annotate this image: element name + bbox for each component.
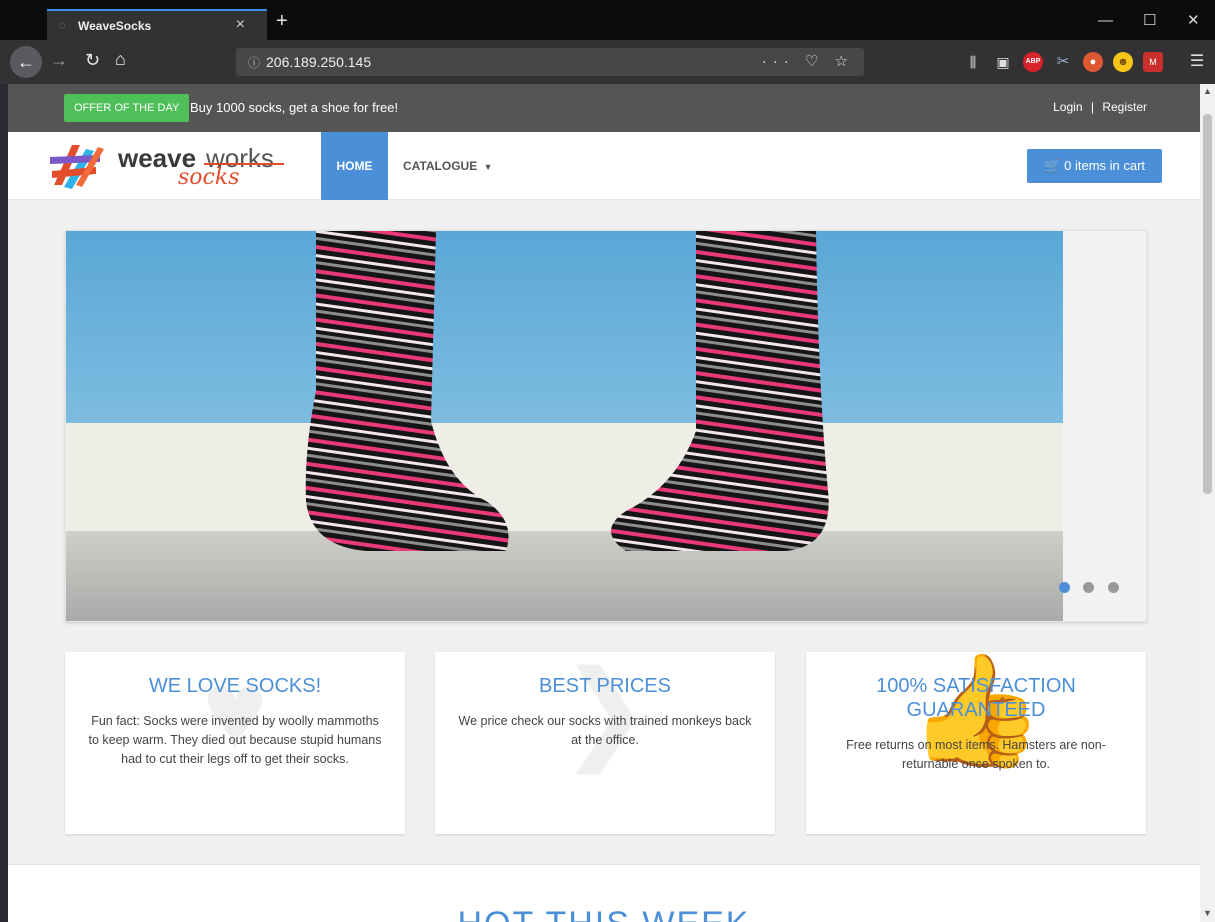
feature-text: Free returns on most items. Hamsters are… [846, 738, 1106, 771]
page-viewport: OFFER OF THE DAY Buy 1000 socks, get a s… [8, 84, 1200, 922]
site-header: weave works socks HOME CATALOGUE ▼ 🛒 0 it… [8, 132, 1200, 200]
login-link[interactable]: Login [1053, 100, 1082, 114]
account-links: Login | Register [1053, 100, 1147, 114]
window-maximize-button[interactable]: ☐ [1143, 13, 1156, 28]
scroll-down-icon[interactable]: ▼ [1203, 908, 1212, 918]
link-separator: | [1090, 100, 1094, 114]
extension-red-icon[interactable]: M [1143, 52, 1163, 72]
offer-bar: OFFER OF THE DAY Buy 1000 socks, get a s… [8, 84, 1200, 132]
browser-tab[interactable]: ◌ WeaveSocks × [47, 9, 267, 40]
site-info-icon[interactable]: ⓘ [248, 54, 260, 71]
feature-text: Fun fact: Socks were invented by woolly … [88, 714, 382, 766]
feature-text: We price check our socks with trained mo… [458, 714, 752, 747]
hero-socks-image [66, 231, 1063, 621]
feature-box-love-socks: ♥ WE LOVE SOCKS! Fun fact: Socks were in… [65, 652, 405, 834]
page-favicon-icon: ◌ [59, 20, 66, 32]
browser-toolbar: ← → ↻ ⌂ ⓘ 206.189.250.145 ··· ♡ ☆ ⫼ ▣ AB… [0, 40, 1215, 84]
weaveworks-socks-logo[interactable]: weave works socks [46, 139, 286, 193]
nav-catalogue[interactable]: CATALOGUE ▼ [403, 132, 492, 200]
logo-text-socks: socks [178, 165, 240, 190]
emoji-extension-icon[interactable]: ☻ [1113, 52, 1133, 72]
tab-title: WeaveSocks [78, 19, 152, 33]
back-button[interactable]: ← [10, 46, 42, 78]
cart-button[interactable]: 🛒 0 items in cart [1027, 149, 1162, 183]
feature-box-satisfaction: 👍 100% SATISFACTION GUARANTEED Free retu… [806, 652, 1146, 834]
offer-of-the-day-button[interactable]: OFFER OF THE DAY [64, 94, 190, 122]
page-scrollbar[interactable]: ▲ ▼ [1200, 84, 1215, 922]
home-icon[interactable]: ⌂ [115, 49, 126, 70]
address-bar[interactable]: ⓘ 206.189.250.145 ··· ♡ ☆ [236, 48, 864, 76]
sidebar-icon[interactable]: ▣ [993, 52, 1013, 72]
carousel-dot-2[interactable] [1083, 582, 1094, 593]
tab-close-icon[interactable]: × [236, 16, 245, 34]
extension-tool-icon[interactable]: ✂ [1053, 52, 1073, 72]
library-icon[interactable]: ⫼ [963, 52, 983, 72]
browser-tab-strip: ◌ WeaveSocks × + — ☐ ✕ [0, 0, 1215, 40]
caret-down-icon: ▼ [483, 162, 493, 172]
feature-title: WE LOVE SOCKS! [148, 675, 322, 697]
feature-box-best-prices: ❯ BEST PRICES We price check our socks w… [435, 652, 775, 834]
hero-carousel[interactable] [65, 230, 1147, 622]
window-minimize-button[interactable]: — [1098, 13, 1113, 28]
duckduckgo-icon[interactable]: ● [1083, 52, 1103, 72]
scrollbar-thumb[interactable] [1203, 114, 1212, 494]
url-text: 206.189.250.145 [266, 54, 372, 70]
hot-this-week-section: HOT THIS WEEK [8, 864, 1200, 922]
feature-title: 100% SATISFACTION GUARANTEED [876, 675, 1076, 721]
new-tab-button[interactable]: + [276, 11, 288, 31]
cart-icon: 🛒 [1043, 158, 1061, 173]
window-close-button[interactable]: ✕ [1187, 13, 1200, 28]
feature-title: BEST PRICES [539, 675, 671, 697]
carousel-dot-1[interactable] [1059, 582, 1070, 593]
nav-home[interactable]: HOME [321, 132, 388, 200]
forward-button[interactable]: → [50, 50, 68, 71]
nav-catalogue-label: CATALOGUE [403, 159, 478, 173]
adblock-icon[interactable]: ABP [1023, 52, 1043, 72]
scroll-up-icon[interactable]: ▲ [1203, 86, 1212, 96]
hot-this-week-title: HOT THIS WEEK [8, 905, 1200, 922]
reload-button[interactable]: ↻ [85, 50, 100, 71]
offer-text: Buy 1000 socks, get a shoe for free! [190, 100, 399, 115]
weaveworks-logo-icon [50, 145, 104, 189]
register-link[interactable]: Register [1102, 100, 1147, 114]
menu-icon[interactable]: ☰ [1187, 52, 1207, 72]
page-actions[interactable]: ··· ♡ ☆ [762, 52, 854, 70]
carousel-dot-3[interactable] [1108, 582, 1119, 593]
cart-label: 0 items in cart [1064, 158, 1146, 173]
